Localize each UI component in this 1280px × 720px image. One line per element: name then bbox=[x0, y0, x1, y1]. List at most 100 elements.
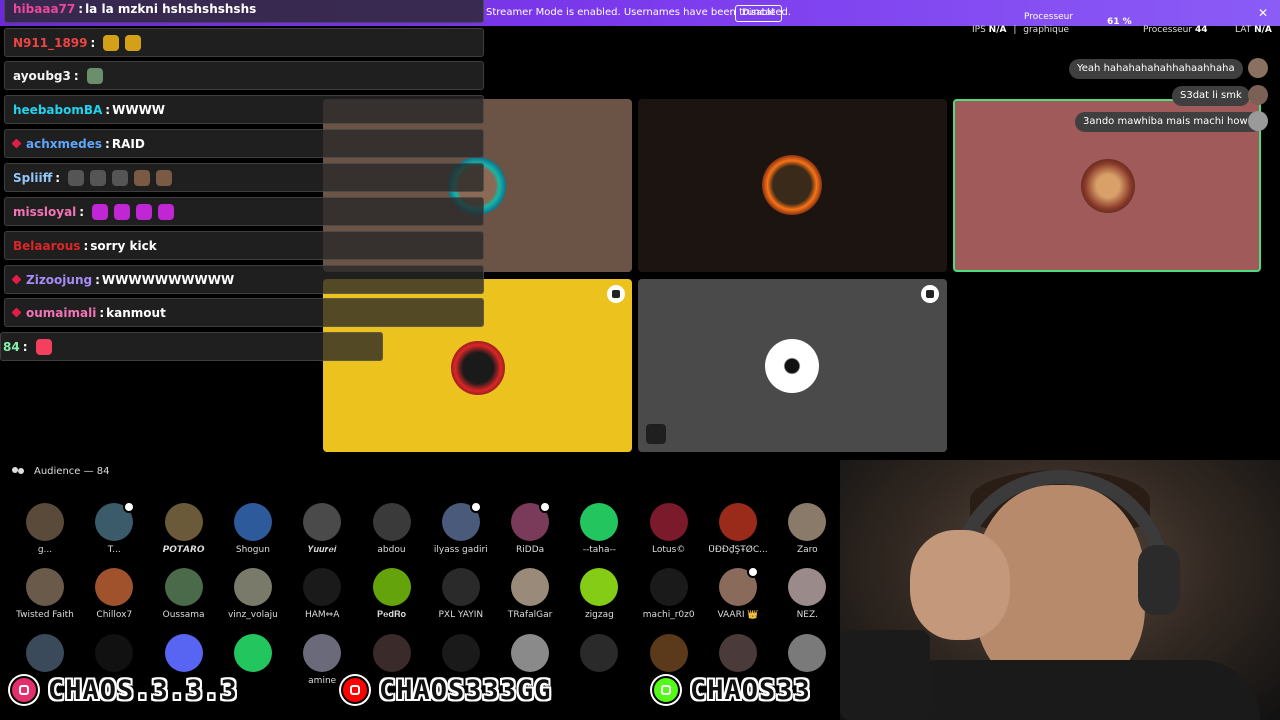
emote-icon bbox=[156, 169, 173, 186]
avatar bbox=[26, 634, 64, 672]
avatar bbox=[788, 634, 827, 672]
audience-member[interactable]: Shogun bbox=[219, 503, 287, 555]
audience-member[interactable]: T... bbox=[80, 501, 148, 555]
audience-member[interactable]: ilyass gadiri bbox=[427, 501, 495, 555]
audience-member[interactable] bbox=[219, 634, 287, 676]
audience-member[interactable]: 𝒀𝒖𝒖𝒓𝒆𝒊 bbox=[288, 503, 356, 555]
audience-member[interactable]: ŮĐĐ₫ŞŦØČ... bbox=[704, 503, 772, 555]
chat-message: 84: bbox=[0, 332, 383, 361]
chat-username[interactable]: heebabomBA bbox=[13, 103, 102, 117]
audience-member[interactable]: zigzag bbox=[565, 568, 633, 620]
audience-member[interactable]: 𝙋𝙊𝙏𝘼𝙍𝙊 bbox=[150, 503, 218, 555]
audience-member-name: Zaro bbox=[796, 545, 818, 555]
emote-icon bbox=[158, 203, 175, 220]
streamer-webcam bbox=[840, 460, 1280, 720]
avatar bbox=[511, 634, 550, 672]
audience-member[interactable] bbox=[635, 634, 703, 676]
audience-member[interactable] bbox=[773, 634, 841, 676]
chat-username[interactable]: Spliiff bbox=[13, 171, 52, 185]
audience-member-name: Lotus© bbox=[652, 545, 686, 555]
bubble-avatar bbox=[1248, 58, 1268, 78]
user-avatar bbox=[765, 339, 819, 393]
mute-icon bbox=[646, 424, 666, 444]
chat-username[interactable]: ayoubg3 bbox=[13, 69, 71, 83]
emote-icon bbox=[114, 203, 131, 220]
audience-member-name: NEZ. bbox=[796, 610, 819, 620]
chat-text: sorry kick bbox=[90, 238, 157, 253]
avatar bbox=[580, 634, 619, 672]
speech-bubble: S3dat li smk bbox=[1172, 86, 1250, 106]
emote-icon bbox=[86, 67, 103, 84]
audience-member-name: --taha-- bbox=[582, 545, 617, 555]
audience-member[interactable]: VAARI 👑 bbox=[704, 566, 772, 620]
audience-member[interactable]: Zaro bbox=[773, 503, 841, 555]
audience-member[interactable] bbox=[427, 634, 495, 676]
audience-header[interactable]: Audience — 84 bbox=[12, 466, 110, 477]
audience-member[interactable]: --taha-- bbox=[565, 503, 633, 555]
avatar bbox=[95, 568, 134, 606]
audience-member[interactable] bbox=[496, 634, 564, 676]
audience-member[interactable]: Twisted Faith bbox=[11, 568, 79, 620]
audience-member[interactable] bbox=[358, 634, 426, 676]
emote-icon bbox=[134, 169, 151, 186]
audience-member[interactable]: PXL YAYIN bbox=[427, 568, 495, 620]
audience-member[interactable]: 𝐏𝐞𝐝𝐑𝐨 bbox=[358, 568, 426, 620]
stream-tile-2[interactable] bbox=[638, 99, 947, 272]
social-handle-text: CHAOS33 bbox=[690, 674, 811, 706]
avatar bbox=[788, 503, 827, 541]
chat-username[interactable]: 84 bbox=[3, 340, 20, 354]
avatar bbox=[511, 501, 552, 541]
audience-member[interactable]: Chillox7 bbox=[80, 568, 148, 620]
chat-message: Spliiff: bbox=[4, 163, 484, 192]
audience-title: Audience — 84 bbox=[34, 466, 110, 477]
chat-message: N911_1899: bbox=[4, 28, 484, 57]
emote-icon bbox=[136, 203, 153, 220]
bubble-avatar bbox=[1248, 85, 1268, 105]
kick-icon bbox=[652, 676, 680, 704]
social-handle-text: CHAOS333GG bbox=[379, 674, 552, 706]
audience-member[interactable] bbox=[80, 634, 148, 676]
audience-member[interactable] bbox=[704, 634, 772, 676]
audience-member-name: abdou bbox=[377, 545, 406, 555]
close-icon[interactable]: ✕ bbox=[1258, 6, 1268, 20]
audience-member[interactable]: g... bbox=[11, 503, 79, 555]
sub-badge-icon bbox=[11, 307, 22, 318]
audience-member[interactable] bbox=[11, 634, 79, 676]
audience-member[interactable]: Lotus© bbox=[635, 503, 703, 555]
audience-member[interactable] bbox=[150, 634, 218, 676]
avatar bbox=[372, 503, 411, 541]
emote-icon bbox=[35, 338, 52, 355]
avatar bbox=[95, 501, 136, 541]
audience-member[interactable]: TRafalGar bbox=[496, 568, 564, 620]
emote-icon bbox=[68, 169, 85, 186]
audience-member[interactable]: RiDDa bbox=[496, 501, 564, 555]
audience-member[interactable]: Oussama bbox=[150, 568, 218, 620]
audience-member[interactable]: HAM⇔A bbox=[288, 568, 356, 620]
chat-username[interactable]: oumaimali bbox=[26, 306, 96, 320]
audience-member-name: machi_r0z0 bbox=[642, 610, 695, 620]
disable-streamer-mode-button[interactable]: Disable bbox=[735, 5, 783, 22]
chat-username[interactable]: N911_1899 bbox=[13, 36, 88, 50]
audience-member[interactable]: NEZ. bbox=[773, 568, 841, 620]
audience-member-name: T... bbox=[107, 545, 121, 555]
chat-username[interactable]: missloyal bbox=[13, 205, 76, 219]
stream-tile-5[interactable] bbox=[638, 279, 947, 452]
emote-icon bbox=[103, 34, 120, 51]
social-handle-text: CHAOS.3.3.3 bbox=[48, 674, 238, 706]
chat-username[interactable]: Zizoojung bbox=[26, 273, 92, 287]
audience-member[interactable]: machi_r0z0 bbox=[635, 568, 703, 620]
avatar bbox=[719, 566, 759, 606]
chat-username[interactable]: Belaarous bbox=[13, 239, 80, 253]
audience-member[interactable] bbox=[565, 634, 633, 676]
chat-username[interactable]: achxmedes bbox=[26, 137, 102, 151]
audience-member-name: TRafalGar bbox=[507, 610, 553, 620]
avatar bbox=[95, 634, 134, 672]
avatar bbox=[719, 503, 757, 541]
avatar bbox=[719, 634, 757, 672]
audience-member[interactable]: abdou bbox=[358, 503, 426, 555]
chat-message: heebabomBA: WWWW bbox=[4, 95, 484, 124]
audience-member-name: Oussama bbox=[162, 610, 205, 620]
audience-member[interactable]: vinz_volaju bbox=[219, 568, 287, 620]
chat-username[interactable]: hibaaa77 bbox=[13, 2, 75, 16]
chat-text: la la mzkni hshshshshshs bbox=[85, 1, 257, 16]
